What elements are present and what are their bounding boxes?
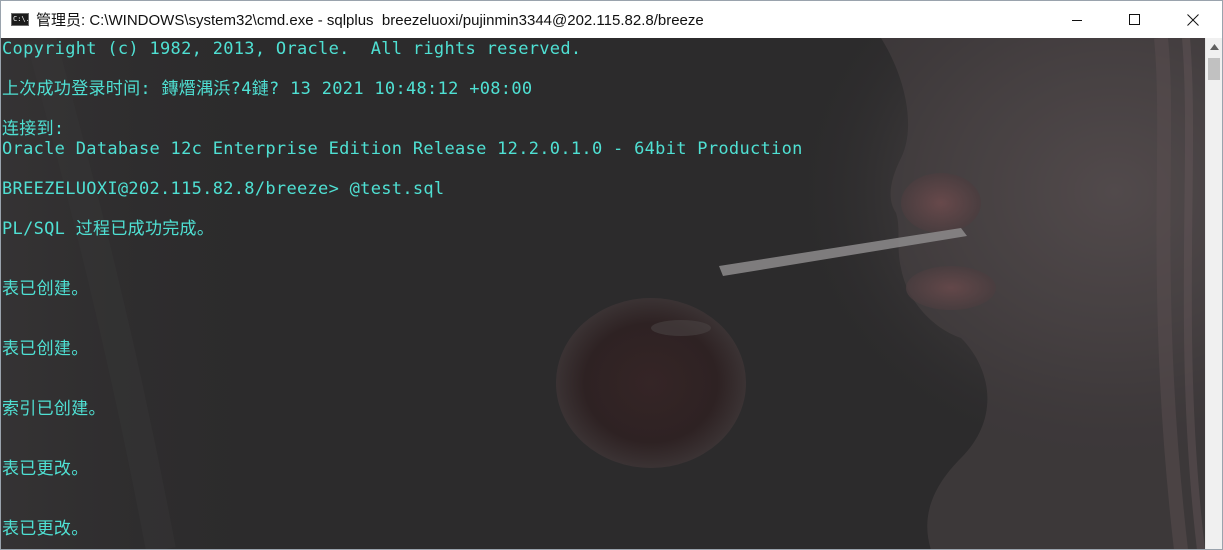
title-bar[interactable]: C:\. 管理员: C:\WINDOWS\system32\cmd.exe - … — [1, 1, 1222, 38]
console-line-table-altered: 表已更改。 — [2, 519, 89, 539]
window-title: 管理员: C:\WINDOWS\system32\cmd.exe - sqlpl… — [36, 12, 704, 29]
console-line-db-version: Oracle Database 12c Enterprise Edition R… — [2, 139, 803, 159]
scroll-up-button[interactable] — [1206, 38, 1222, 55]
background-wallpaper — [1, 38, 1205, 549]
minimize-button[interactable] — [1048, 1, 1106, 38]
cmd-window: C:\. 管理员: C:\WINDOWS\system32\cmd.exe - … — [0, 0, 1223, 550]
console-line-table-created: 表已创建。 — [2, 279, 89, 299]
close-button[interactable] — [1164, 1, 1222, 38]
maximize-button[interactable] — [1106, 1, 1164, 38]
console-line-plsql: PL/SQL 过程已成功完成。 — [2, 219, 215, 239]
console-line-prompt: BREEZELUOXI@202.115.82.8/breeze> @test.s… — [2, 179, 445, 199]
console-line-connected: 连接到: — [2, 119, 65, 139]
console-line-table-altered: 表已更改。 — [2, 459, 89, 479]
vertical-scrollbar[interactable] — [1205, 38, 1222, 549]
maximize-icon — [1129, 13, 1140, 25]
scrollbar-thumb[interactable] — [1208, 58, 1220, 80]
window-controls — [1048, 1, 1222, 38]
minimize-icon — [1072, 19, 1082, 21]
close-icon — [1187, 13, 1199, 26]
chevron-up-icon — [1210, 43, 1219, 50]
console-output[interactable]: Copyright (c) 1982, 2013, Oracle. All ri… — [1, 38, 1205, 549]
cmd-icon[interactable]: C:\. — [11, 13, 29, 26]
console-line-copyright: Copyright (c) 1982, 2013, Oracle. All ri… — [2, 39, 582, 59]
console-line-table-created: 表已创建。 — [2, 339, 89, 359]
console-line-last-login: 上次成功登录时间: 鏄熸湡浜?4鏈? 13 2021 10:48:12 +08:… — [2, 79, 533, 99]
console-line-index-created: 索引已创建。 — [2, 399, 106, 419]
